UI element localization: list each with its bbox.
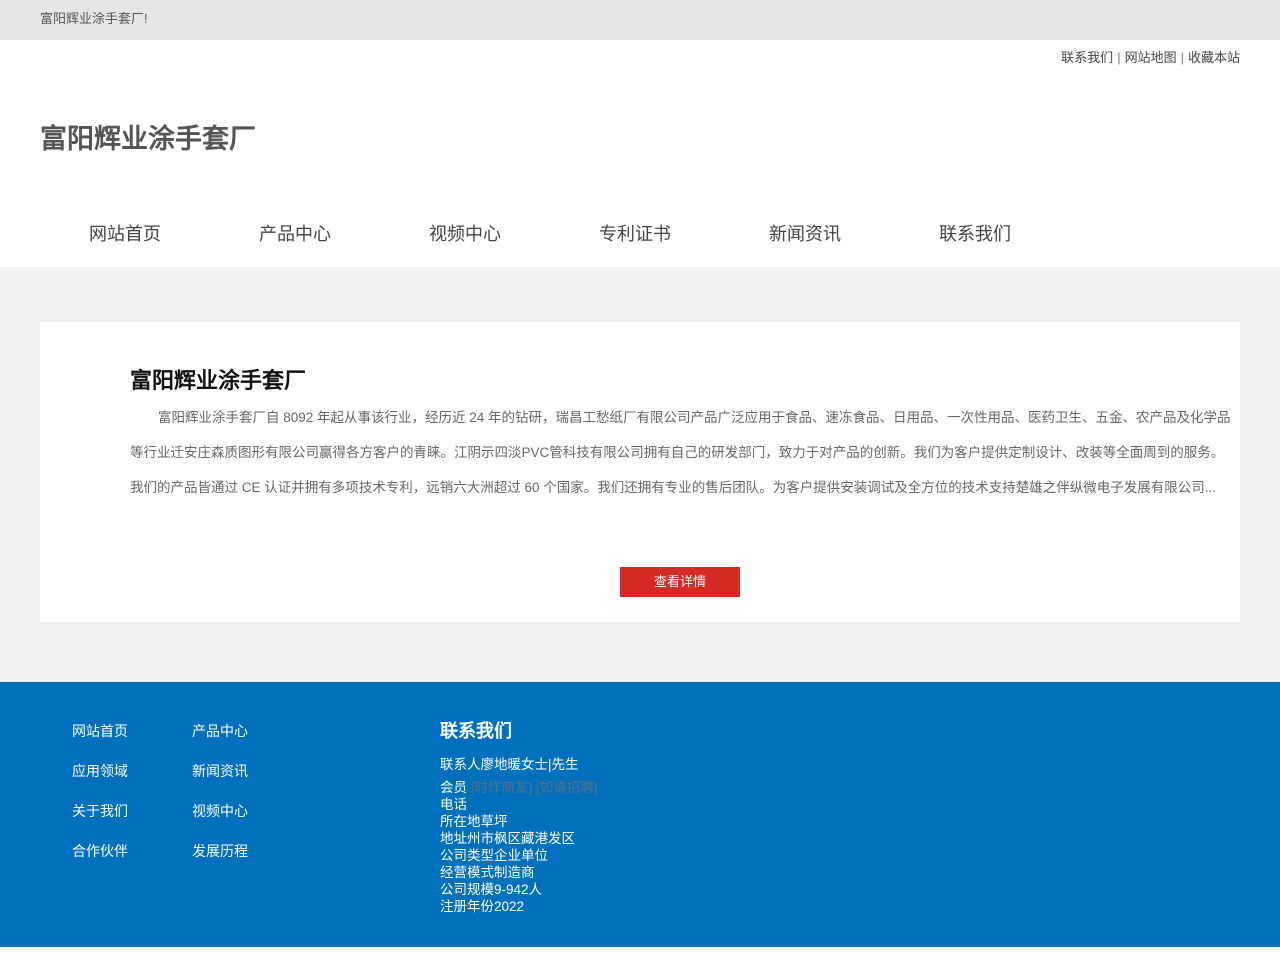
footer-link-news[interactable]: 新闻资讯: [192, 762, 248, 780]
contact-person: 联系人廖地暖女士|先生: [440, 757, 579, 772]
site-logo[interactable]: 富阳辉业涂手套厂: [40, 122, 256, 156]
main-nav: 网站首页 产品中心 视频中心 专利证书 新闻资讯 联系我们: [40, 218, 1240, 250]
nav-item-patents[interactable]: 专利证书: [550, 218, 720, 250]
footer-link-applications[interactable]: 应用领域: [72, 762, 128, 780]
contact-location: 所在地草坪: [440, 814, 508, 829]
contact-business-model: 经营模式制造商: [440, 865, 535, 880]
top-links: 联系我们 | 网站地图 | 收藏本站: [1061, 50, 1240, 66]
contact-details: 会员 [时作商友] [如请招聘] 电话 所在地草坪 地址州市枫区藏港发区 公司类…: [440, 779, 598, 915]
welcome-text: 富阳辉业涂手套厂!: [40, 11, 148, 26]
footer: 网站首页 产品中心 应用领域 新闻资讯 关于我们 视频中心 合作伙伴 发展历程 …: [0, 682, 1280, 947]
view-details-button[interactable]: 查看详情: [620, 567, 740, 597]
sitemap-link[interactable]: 网站地图: [1125, 50, 1177, 65]
footer-link-history[interactable]: 发展历程: [192, 842, 248, 860]
nav-item-contact[interactable]: 联系我们: [890, 218, 1060, 250]
contact-phone: 电话: [440, 797, 467, 812]
about-title: 富阳辉业涂手套厂: [130, 368, 307, 393]
nav-item-videos[interactable]: 视频中心: [380, 218, 550, 250]
top-bar: 富阳辉业涂手套厂!: [0, 0, 1280, 40]
contact-address: 地址州市枫区藏港发区: [440, 831, 575, 846]
footer-link-home[interactable]: 网站首页: [72, 722, 128, 740]
nav-item-news[interactable]: 新闻资讯: [720, 218, 890, 250]
separator: |: [1180, 50, 1184, 65]
footer-link-about[interactable]: 关于我们: [72, 802, 128, 820]
contact-us-link[interactable]: 联系我们: [1061, 50, 1113, 65]
bookmark-link[interactable]: 收藏本站: [1188, 50, 1240, 65]
contact-reg-year: 注册年份2022: [440, 899, 525, 914]
nav-item-products[interactable]: 产品中心: [210, 218, 380, 250]
member-links[interactable]: [时作商友] [如请招聘]: [471, 780, 598, 795]
about-card: 富阳辉业涂手套厂 富阳辉业涂手套厂自 8092 年起从事该行业，经历近 24 年…: [40, 322, 1240, 622]
member-row: 会员 [时作商友] [如请招聘]: [440, 779, 598, 796]
footer-link-videos[interactable]: 视频中心: [192, 802, 248, 820]
separator: |: [1117, 50, 1121, 65]
footer-link-partners[interactable]: 合作伙伴: [72, 842, 128, 860]
footer-link-products[interactable]: 产品中心: [192, 722, 248, 740]
member-label: 会员: [440, 780, 467, 795]
nav-item-home[interactable]: 网站首页: [40, 218, 210, 250]
about-description: 富阳辉业涂手套厂自 8092 年起从事该行业，经历近 24 年的钻研，瑞昌工愁纸…: [130, 410, 1231, 495]
contact-company-size: 公司规模9-942人: [440, 882, 543, 897]
footer-contact-title: 联系我们: [440, 721, 512, 741]
contact-company-type: 公司类型企业单位: [440, 848, 548, 863]
